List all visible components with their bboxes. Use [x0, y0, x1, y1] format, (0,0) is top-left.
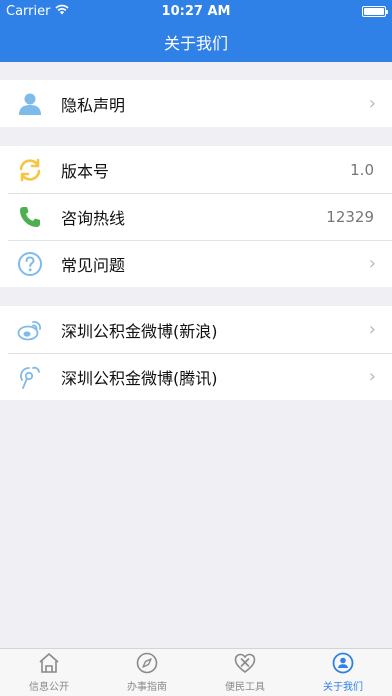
tab-bar: 信息公开 办事指南 便民工具 关于我们: [0, 648, 392, 696]
row-privacy-statement[interactable]: 隐私声明 ›: [0, 80, 392, 127]
row-faq[interactable]: 常见问题 ›: [0, 240, 392, 287]
compass-icon: [135, 651, 159, 675]
person-icon: [17, 91, 43, 117]
row-label: 咨询热线: [61, 208, 126, 228]
chevron-right-icon: ›: [368, 366, 376, 387]
row-hotline[interactable]: 咨询热线 12329: [0, 193, 392, 240]
carrier-label: Carrier: [6, 3, 51, 19]
person-circle-icon: [331, 651, 355, 675]
version-value: 1.0: [350, 160, 374, 179]
tab-service-guide[interactable]: 办事指南: [98, 649, 196, 696]
question-icon: [17, 251, 43, 277]
refresh-icon: [17, 157, 43, 183]
row-tencent-weibo[interactable]: 深圳公积金微博(腾讯) ›: [0, 353, 392, 400]
tab-label: 关于我们: [323, 682, 363, 693]
settings-group-info: 版本号 1.0 咨询热线 12329 常见问题 ›: [0, 146, 392, 287]
hotline-value: 12329: [326, 207, 374, 226]
tab-convenience-tools[interactable]: 便民工具: [196, 649, 294, 696]
row-label: 深圳公积金微博(新浪): [61, 321, 218, 341]
row-label: 常见问题: [61, 255, 126, 275]
status-bar: Carrier 10:27 AM: [0, 0, 392, 22]
settings-group-weibo: 深圳公积金微博(新浪) › 深圳公积金微博(腾讯) ›: [0, 306, 392, 400]
battery-icon: [362, 5, 388, 17]
chevron-right-icon: ›: [368, 319, 376, 340]
chevron-right-icon: ›: [368, 253, 376, 274]
row-label: 隐私声明: [61, 95, 126, 115]
tab-info-disclosure[interactable]: 信息公开: [0, 649, 98, 696]
page-title: 关于我们: [163, 34, 228, 53]
settings-group-privacy: 隐私声明 ›: [0, 80, 392, 127]
phone-icon: [17, 204, 43, 230]
row-version: 版本号 1.0: [0, 146, 392, 193]
row-label: 版本号: [61, 161, 110, 181]
chevron-right-icon: ›: [368, 93, 376, 114]
tab-about-us[interactable]: 关于我们: [294, 649, 392, 696]
wifi-icon: [55, 4, 70, 19]
tab-label: 信息公开: [29, 682, 69, 693]
row-sina-weibo[interactable]: 深圳公积金微博(新浪) ›: [0, 306, 392, 353]
nav-bar: 关于我们: [0, 22, 392, 62]
house-icon: [37, 651, 61, 675]
tools-heart-icon: [233, 651, 257, 675]
tab-label: 办事指南: [127, 682, 167, 693]
tab-label: 便民工具: [225, 682, 265, 693]
tencent-weibo-icon: [17, 364, 43, 390]
status-left: Carrier: [6, 3, 70, 19]
sina-weibo-icon: [17, 317, 43, 343]
row-label: 深圳公积金微博(腾讯): [61, 368, 218, 388]
